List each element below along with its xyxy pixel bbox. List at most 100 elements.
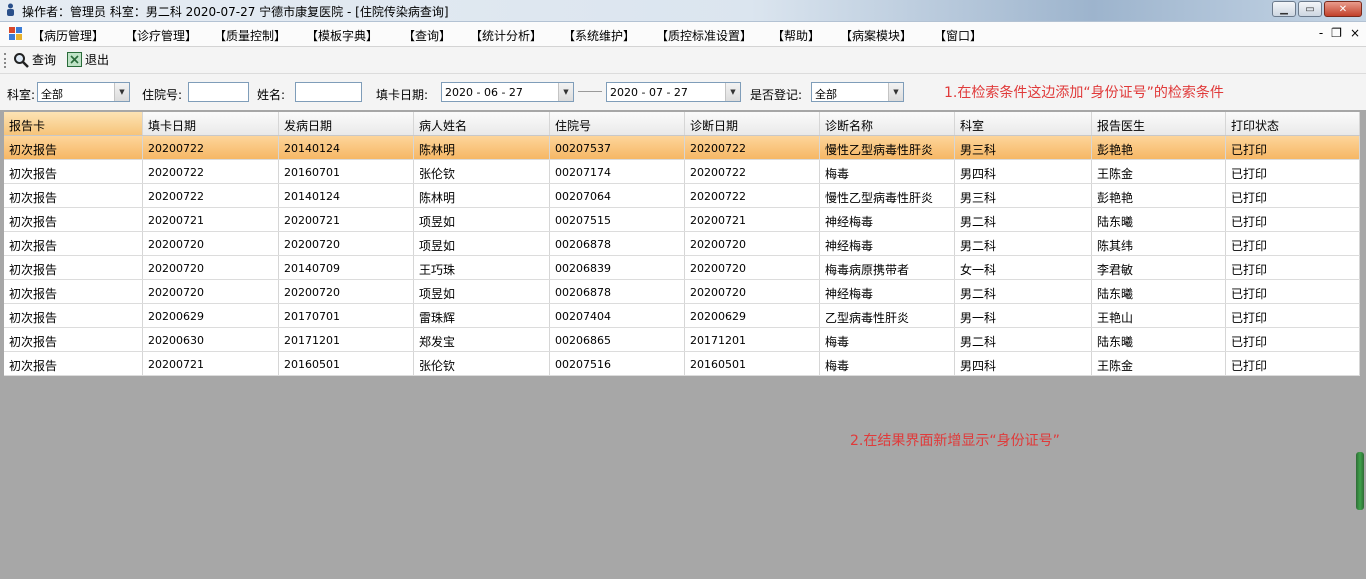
registered-select[interactable]: 全部 ▼ bbox=[811, 82, 904, 102]
mdi-restore-button[interactable]: ❐ bbox=[1331, 26, 1342, 40]
cell-diagnosis-date: 20200722 bbox=[685, 160, 820, 183]
table-row[interactable]: 初次报告 20200720 20200720 项昱如 00206878 20200720 神… bbox=[4, 280, 1360, 304]
close-window-button[interactable]: ✕ bbox=[1324, 1, 1362, 17]
cell-print-status: 已打印 bbox=[1226, 184, 1360, 207]
maximize-window-button[interactable]: ▭ bbox=[1298, 1, 1322, 17]
menu-item-medical-records[interactable]: 【病历管理】 bbox=[32, 27, 104, 44]
column-header-diagnosis-date[interactable]: 诊断日期 bbox=[685, 112, 820, 135]
cell-patient-name: 陈林明 bbox=[414, 136, 550, 159]
cell-department: 男二科 bbox=[955, 328, 1092, 351]
cell-diagnosis-date: 20200721 bbox=[685, 208, 820, 231]
toolbar-grip[interactable] bbox=[4, 53, 8, 68]
cell-patient-name: 陈林明 bbox=[414, 184, 550, 207]
app-icon bbox=[7, 3, 14, 16]
scrollbar-thumb[interactable] bbox=[1356, 452, 1364, 510]
menu-item-window[interactable]: 【窗口】 bbox=[934, 27, 982, 44]
date-from-picker[interactable]: 2020 - 06 - 27 ▼ bbox=[441, 82, 574, 102]
annotation-note-2: 2.在结果界面新增显示“身份证号” bbox=[850, 433, 1060, 449]
menu-item-system-maintenance[interactable]: 【系统维护】 bbox=[563, 27, 635, 44]
menu-item-template-dictionary[interactable]: 【模板字典】 bbox=[306, 27, 378, 44]
toolbar: 查询 退出 bbox=[0, 47, 1366, 74]
cell-department: 男四科 bbox=[955, 160, 1092, 183]
cell-reporting-doctor: 王陈金 bbox=[1092, 352, 1226, 375]
menu-item-quality-control[interactable]: 【质量控制】 bbox=[214, 27, 286, 44]
results-grid[interactable]: 报告卡 填卡日期 发病日期 病人姓名 住院号 诊断日期 诊断名称 科室 报告医生 打印状态 初次报告… bbox=[4, 112, 1360, 376]
exit-icon bbox=[67, 52, 82, 67]
menu-item-case-module[interactable]: 【病案模块】 bbox=[840, 27, 912, 44]
cell-admission-no: 00206878 bbox=[550, 232, 685, 255]
menu-item-treatment[interactable]: 【诊疗管理】 bbox=[125, 27, 197, 44]
cell-diagnosis-date: 20200720 bbox=[685, 280, 820, 303]
date-to-picker[interactable]: 2020 - 07 - 27 ▼ bbox=[606, 82, 741, 102]
cell-diagnosis-date: 20200722 bbox=[685, 184, 820, 207]
admission-no-input[interactable] bbox=[188, 82, 249, 102]
cell-patient-name: 郑发宝 bbox=[414, 328, 550, 351]
column-header-department[interactable]: 科室 bbox=[955, 112, 1092, 135]
cell-admission-no: 00207064 bbox=[550, 184, 685, 207]
mdi-window-icon[interactable] bbox=[9, 27, 23, 40]
column-header-print-status[interactable]: 打印状态 bbox=[1226, 112, 1360, 135]
chevron-down-icon[interactable]: ▼ bbox=[558, 83, 573, 101]
cell-reporting-doctor: 陆东曦 bbox=[1092, 328, 1226, 351]
cell-fill-date: 20200721 bbox=[143, 208, 279, 231]
minimize-window-button[interactable]: ▁ bbox=[1272, 1, 1296, 17]
table-row[interactable]: 初次报告 20200721 20160501 张伦钦 00207516 20160501 梅… bbox=[4, 352, 1360, 376]
column-header-patient-name[interactable]: 病人姓名 bbox=[414, 112, 550, 135]
table-row[interactable]: 初次报告 20200630 20171201 郑发宝 00206865 20171201 梅… bbox=[4, 328, 1360, 352]
column-header-report-card[interactable]: 报告卡 bbox=[4, 112, 143, 135]
cell-department: 男三科 bbox=[955, 184, 1092, 207]
fill-date-label: 填卡日期: bbox=[376, 88, 429, 102]
menu-item-help[interactable]: 【帮助】 bbox=[772, 27, 820, 44]
menu-item-qc-standards[interactable]: 【质控标准设置】 bbox=[656, 27, 752, 44]
chevron-down-icon[interactable]: ▼ bbox=[725, 83, 740, 101]
column-header-onset-date[interactable]: 发病日期 bbox=[279, 112, 414, 135]
table-row[interactable]: 初次报告 20200722 20140124 陈林明 00207537 20200722 慢… bbox=[4, 136, 1360, 160]
column-header-admission-no[interactable]: 住院号 bbox=[550, 112, 685, 135]
table-row[interactable]: 初次报告 20200629 20170701 雷珠辉 00207404 20200629 乙… bbox=[4, 304, 1360, 328]
cell-department: 男一科 bbox=[955, 304, 1092, 327]
mdi-minimize-button[interactable]: - bbox=[1319, 26, 1323, 40]
column-header-fill-date[interactable]: 填卡日期 bbox=[143, 112, 279, 135]
cell-fill-date: 20200722 bbox=[143, 136, 279, 159]
date-range-separator bbox=[578, 91, 602, 92]
chevron-down-icon[interactable]: ▼ bbox=[888, 83, 903, 101]
window-controls: ▁ ▭ ✕ bbox=[1272, 1, 1362, 17]
cell-admission-no: 00207516 bbox=[550, 352, 685, 375]
cell-department: 男二科 bbox=[955, 208, 1092, 231]
cell-department: 男二科 bbox=[955, 232, 1092, 255]
cell-print-status: 已打印 bbox=[1226, 160, 1360, 183]
cell-fill-date: 20200629 bbox=[143, 304, 279, 327]
cell-patient-name: 雷珠辉 bbox=[414, 304, 550, 327]
query-button-label: 查询 bbox=[32, 53, 57, 67]
table-row[interactable]: 初次报告 20200722 20140124 陈林明 00207064 20200722 慢… bbox=[4, 184, 1360, 208]
cell-fill-date: 20200720 bbox=[143, 256, 279, 279]
name-label: 姓名: bbox=[257, 88, 286, 102]
cell-admission-no: 00206839 bbox=[550, 256, 685, 279]
cell-patient-name: 张伦钦 bbox=[414, 352, 550, 375]
cell-diagnosis-name: 梅毒 bbox=[820, 160, 955, 183]
chevron-down-icon[interactable]: ▼ bbox=[114, 83, 129, 101]
name-input[interactable] bbox=[295, 82, 362, 102]
dept-select[interactable]: 全部 ▼ bbox=[37, 82, 130, 102]
cell-report-card: 初次报告 bbox=[4, 304, 143, 327]
menu-item-query[interactable]: 【查询】 bbox=[403, 27, 451, 44]
cell-onset-date: 20171201 bbox=[279, 328, 414, 351]
filter-panel: 科室: 全部 ▼ 住院号: 姓名: 填卡日期: 2020 - 06 - 27 ▼… bbox=[0, 74, 1366, 110]
table-row[interactable]: 初次报告 20200720 20200720 项昱如 00206878 20200720 神… bbox=[4, 232, 1360, 256]
dept-label: 科室: bbox=[7, 88, 36, 102]
table-row[interactable]: 初次报告 20200721 20200721 项昱如 00207515 20200721 神… bbox=[4, 208, 1360, 232]
cell-diagnosis-date: 20160501 bbox=[685, 352, 820, 375]
cell-patient-name: 项昱如 bbox=[414, 232, 550, 255]
column-header-reporting-doctor[interactable]: 报告医生 bbox=[1092, 112, 1226, 135]
window-title: 操作者：管理员 科室：男二科 2020-07-27 宁德市康复医院 - [住院传… bbox=[22, 5, 449, 19]
menu-item-statistics[interactable]: 【统计分析】 bbox=[470, 27, 542, 44]
column-header-diagnosis-name[interactable]: 诊断名称 bbox=[820, 112, 955, 135]
cell-report-card: 初次报告 bbox=[4, 136, 143, 159]
exit-button[interactable]: 退出 bbox=[67, 51, 109, 68]
table-row[interactable]: 初次报告 20200720 20140709 王巧珠 00206839 20200720 梅… bbox=[4, 256, 1360, 280]
mdi-close-button[interactable]: × bbox=[1350, 26, 1360, 40]
table-row[interactable]: 初次报告 20200722 20160701 张伦钦 00207174 20200722 梅… bbox=[4, 160, 1360, 184]
registered-select-value: 全部 bbox=[815, 88, 837, 101]
query-button[interactable]: 查询 bbox=[13, 51, 56, 68]
cell-report-card: 初次报告 bbox=[4, 232, 143, 255]
